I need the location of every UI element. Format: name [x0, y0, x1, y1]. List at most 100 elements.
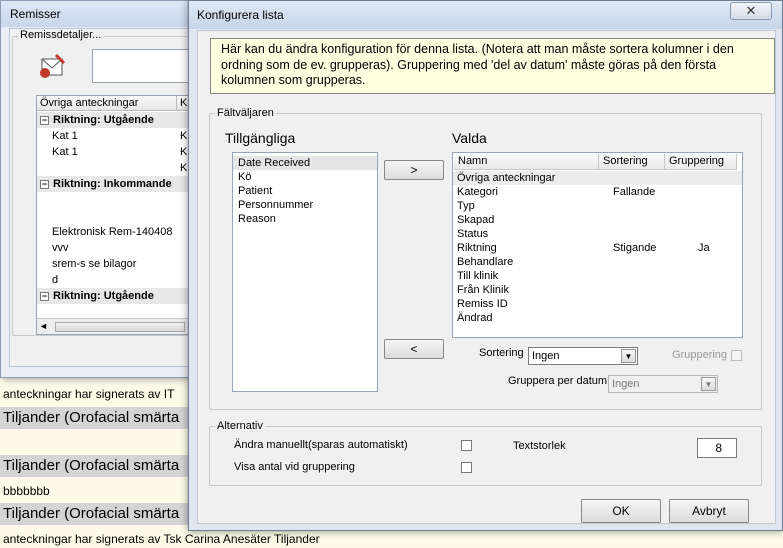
cell-name: Skapad [457, 214, 495, 226]
group-by-date-label: Gruppera per datum [508, 375, 608, 387]
table-row[interactable]: K [37, 160, 201, 176]
info-box: Här kan du ändra konfiguration för denna… [210, 38, 775, 94]
scroll-left-icon[interactable]: ◄ [39, 321, 48, 331]
group-by-date-select[interactable]: Ingen ▼ [608, 375, 718, 393]
available-item[interactable]: Kö [233, 170, 377, 184]
close-button[interactable]: ✕ [730, 2, 772, 20]
row-text: Riktning: Inkommande [53, 178, 172, 190]
remiss-detail-field[interactable] [92, 49, 202, 83]
table-row[interactable] [37, 192, 201, 208]
cell-name: Till klinik [457, 270, 499, 282]
row-text: vvv [52, 242, 69, 254]
chevron-down-icon[interactable]: ▼ [621, 349, 636, 363]
available-label: Tillgängliga [225, 130, 296, 146]
manual-edit-label: Ändra manuellt(sparas automatiskt) [234, 439, 408, 451]
selected-label: Valda [452, 130, 487, 146]
referral-icon [36, 51, 68, 83]
selected-field-row[interactable]: Typ [453, 199, 742, 213]
options-group [209, 426, 762, 486]
row-cell-k: K [180, 146, 188, 158]
table-row[interactable]: Kat 1 K [37, 144, 201, 160]
cell-name: Status [457, 228, 489, 240]
table-row[interactable]: Kat 1 K [37, 128, 201, 144]
remisser-window-title: Remisser [1, 1, 199, 27]
row-text: Elektronisk Rem-140408 [52, 226, 173, 238]
selected-field-row[interactable]: Ändrad [453, 311, 742, 325]
column-header-name[interactable]: Namn [454, 154, 599, 170]
field-selector-label: Fältväljaren [215, 107, 276, 119]
remove-field-button[interactable]: < [384, 339, 444, 359]
selected-field-row[interactable]: Remiss ID [453, 297, 742, 311]
cell-name: Kategori [457, 186, 498, 198]
row-text: d [52, 274, 59, 286]
selected-list[interactable]: Namn Sortering Gruppering Övriga anteckn… [452, 152, 743, 338]
collapse-icon[interactable]: − [40, 291, 49, 301]
cell-name: Typ [457, 200, 475, 212]
sort-label: Sortering [479, 347, 524, 359]
available-item[interactable]: Personnummer [233, 198, 377, 212]
options-label: Alternativ [215, 420, 265, 432]
group-header-row[interactable]: − Riktning: Utgående [37, 112, 201, 128]
available-item[interactable]: Date Received [233, 156, 377, 170]
group-header-row[interactable]: − Riktning: Utgående [37, 288, 201, 304]
show-count-label: Visa antal vid gruppering [234, 461, 355, 473]
cell-name: Övriga anteckningar [457, 172, 556, 184]
row-cell-k: K [180, 162, 188, 174]
selected-field-row[interactable]: Kategori Fallande [453, 185, 742, 199]
selected-field-row[interactable]: Behandlare [453, 255, 742, 269]
table-row[interactable]: vvv [37, 240, 201, 256]
remissdetaljer-label: Remissdetaljer... [18, 29, 104, 41]
available-list[interactable]: Date Received Kö Patient Personnummer Re… [232, 152, 378, 392]
table-row[interactable]: srem-s se bilagor [37, 256, 201, 272]
row-text: srem-s se bilagor [52, 258, 137, 270]
cell-name: Ändrad [457, 312, 493, 324]
configure-list-dialog: Konfigurera lista ✕ Här kan du ändra kon… [188, 0, 783, 531]
row-text: Riktning: Utgående [53, 114, 154, 126]
available-item[interactable]: Reason [233, 212, 377, 226]
row-text: Riktning: Utgående [53, 290, 154, 302]
selected-field-row[interactable]: Skapad [453, 213, 742, 227]
selected-rows: Övriga anteckningar Kategori Fallande Typ Sk… [453, 171, 742, 325]
collapse-icon[interactable]: − [40, 115, 49, 125]
cancel-button[interactable]: Avbryt [669, 499, 749, 523]
selected-field-row[interactable]: Övriga anteckningar [453, 171, 742, 185]
chevron-down-icon[interactable]: ▼ [701, 377, 716, 391]
selected-field-row[interactable]: Till klinik [453, 269, 742, 283]
column-header-group[interactable]: Gruppering [665, 154, 737, 170]
grouping-checkbox[interactable] [731, 350, 742, 361]
row-text: Kat 1 [52, 146, 78, 158]
text-size-input[interactable]: 8 [697, 438, 737, 458]
sort-select[interactable]: Ingen ▼ [528, 347, 638, 365]
show-count-checkbox[interactable] [461, 462, 472, 473]
ok-button[interactable]: OK [581, 499, 661, 523]
table-row[interactable]: Elektronisk Rem-140408 [37, 224, 201, 240]
cell-sort: Fallande [613, 186, 656, 198]
collapse-icon[interactable]: − [40, 179, 49, 189]
cell-group: Ja [698, 242, 710, 254]
remisser-window: Remisser Remissdetaljer... Övriga anteck… [0, 0, 202, 378]
cell-name: Behandlare [457, 256, 514, 268]
dialog-title: Konfigurera lista [189, 1, 782, 29]
selected-field-row[interactable]: Riktning Stigande Ja [453, 241, 742, 255]
cell-name: Riktning [457, 242, 497, 254]
column-header-sort[interactable]: Sortering [599, 154, 665, 170]
horizontal-scrollbar[interactable]: ◄ [37, 318, 201, 334]
table-row[interactable]: d [37, 272, 201, 288]
dialog-body: Här kan du ändra konfiguration för denna… [197, 30, 776, 524]
close-icon: ✕ [745, 3, 757, 18]
cell-name: Från Klinik [457, 284, 509, 296]
available-item[interactable]: Patient [233, 184, 377, 198]
selected-field-row[interactable]: Från Klinik [453, 283, 742, 297]
remisser-client-area: Remissdetaljer... Övriga anteckningar K … [9, 28, 202, 367]
selected-field-row[interactable]: Status [453, 227, 742, 241]
group-header-row[interactable]: − Riktning: Inkommande [37, 176, 201, 192]
row-text: Kat 1 [52, 130, 78, 142]
remiss-list[interactable]: Övriga anteckningar K − Riktning: Utgåend… [36, 95, 202, 335]
table-row[interactable] [37, 208, 201, 224]
scroll-thumb[interactable] [55, 322, 185, 332]
manual-edit-checkbox[interactable] [461, 440, 472, 451]
row-cell-k: K [180, 130, 188, 142]
cell-sort: Stigande [613, 242, 657, 254]
column-header-notes[interactable]: Övriga anteckningar [37, 96, 177, 111]
add-field-button[interactable]: > [384, 160, 444, 180]
